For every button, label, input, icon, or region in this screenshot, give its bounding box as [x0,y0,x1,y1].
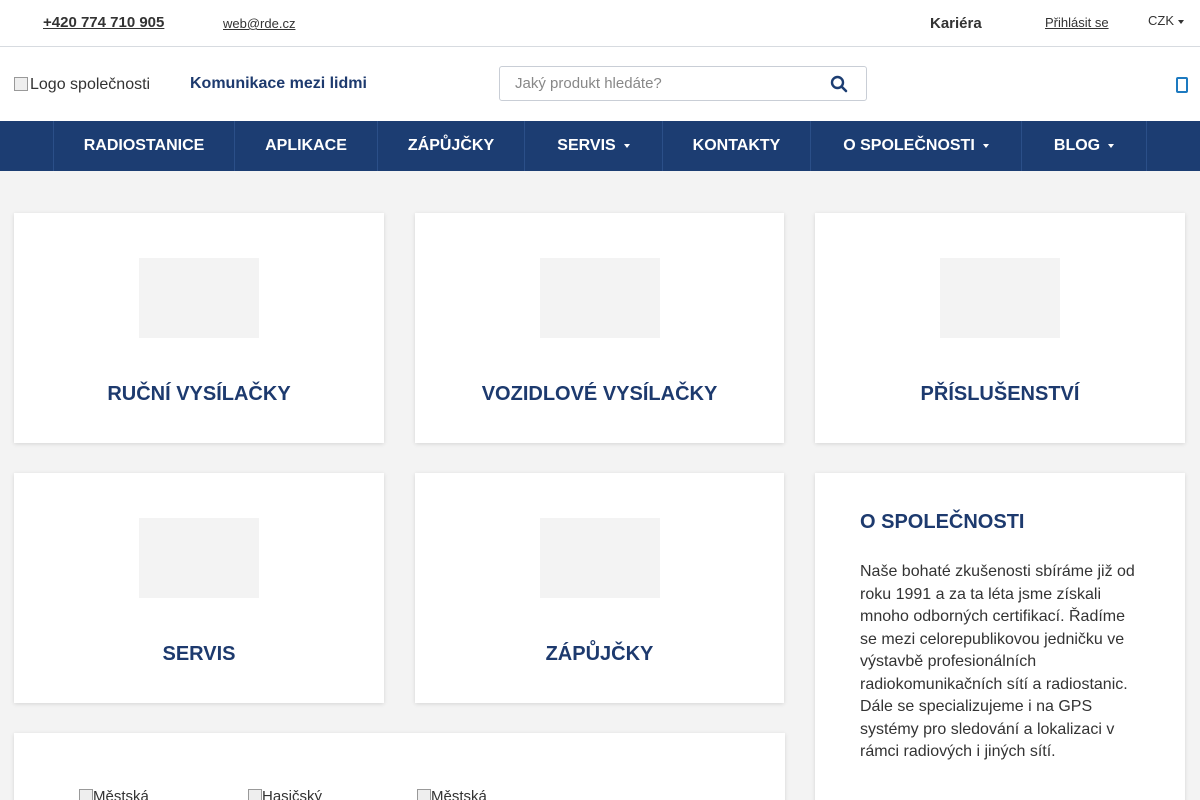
category-label: ZÁPŮJČKY [545,643,654,665]
main-nav: RADIOSTANICE APLIKACE ZÁPŮJČKY SERVIS KO… [0,121,1200,171]
nav-item-servis[interactable]: SERVIS [525,121,663,171]
nav-item-label: O SPOLEČNOSTI [843,137,975,154]
cart-icon[interactable] [1176,77,1188,93]
nav-item-blog[interactable]: BLOG [1022,121,1147,171]
nav-item-label: ZÁPŮJČKY [407,137,495,154]
logo-alt-text: Logo společnosti [30,76,151,93]
nav-item-kontakty[interactable]: KONTAKTY [663,121,811,171]
partner-alt-text: Hasičský [262,788,323,800]
nav-list: RADIOSTANICE APLIKACE ZÁPŮJČKY SERVIS KO… [53,121,1147,171]
about-text: Naše bohaté zkušenosti sbíráme již od ro… [860,563,1135,760]
category-card-servis[interactable]: SERVIS [14,473,384,703]
nav-item-aplikace[interactable]: APLIKACE [235,121,378,171]
category-label: SERVIS [162,643,236,665]
caret-down-icon [982,144,989,148]
partner-logo[interactable]: Městská [79,788,149,800]
nav-item-zapujcky[interactable]: ZÁPŮJČKY [378,121,525,171]
email-link[interactable]: web@rde.cz [223,16,295,31]
search-input[interactable] [500,67,820,100]
top-bar: +420 774 710 905 web@rde.cz Kariéra Přih… [0,0,1200,47]
search-icon[interactable] [830,75,848,93]
category-image [539,258,660,338]
currency-label: CZK [1148,13,1174,28]
header: Logo společnosti Komunikace mezi lidmi [0,47,1200,121]
login-link[interactable]: Přihlásit se [1045,15,1109,30]
broken-image-icon [14,77,28,91]
category-card-prislusenstvi[interactable]: PŘÍSLUŠENSTVÍ [815,213,1185,443]
broken-image-icon [417,789,431,800]
currency-selector[interactable]: CZK [1148,13,1184,28]
nav-item-label: BLOG [1053,137,1101,154]
category-card-zapujcky[interactable]: ZÁPŮJČKY [415,473,784,703]
category-image [940,258,1060,338]
category-label: VOZIDLOVÉ VYSÍLAČKY [481,383,718,405]
partner-logo[interactable]: Městská [417,788,487,800]
category-image [539,518,660,598]
nav-item-label: SERVIS [557,137,616,154]
nav-item-o-spolecnosti[interactable]: O SPOLEČNOSTI [811,121,1022,171]
phone-link[interactable]: +420 774 710 905 [43,14,164,31]
nav-item-radiostanice[interactable]: RADIOSTANICE [54,121,235,171]
category-image [139,518,259,598]
partner-logo[interactable]: Hasičský [248,788,322,800]
company-logo[interactable]: Logo společnosti [14,76,150,94]
tagline: Komunikace mezi lidmi [190,75,367,92]
caret-down-icon [1178,19,1184,24]
partners-card: Městská Hasičský Městská [14,733,785,800]
nav-item-label: APLIKACE [265,137,347,154]
caret-down-icon [1108,144,1115,148]
category-label: RUČNÍ VYSÍLAČKY [107,383,291,405]
partner-alt-text: Městská [93,788,149,800]
about-title: O SPOLEČNOSTI [860,511,1025,533]
category-label: PŘÍSLUŠENSTVÍ [920,383,1080,405]
broken-image-icon [79,789,93,800]
partner-alt-text: Městská [431,788,487,800]
category-card-rucni-vysilacky[interactable]: RUČNÍ VYSÍLAČKY [14,213,384,443]
caret-down-icon [623,144,630,148]
nav-item-label: RADIOSTANICE [83,137,205,154]
broken-image-icon [248,789,262,800]
category-card-vozidlove-vysilacky[interactable]: VOZIDLOVÉ VYSÍLAČKY [415,213,784,443]
about-card: O SPOLEČNOSTI Naše bohaté zkušenosti sbí… [815,473,1185,800]
search-box [499,66,867,101]
category-image [139,258,259,338]
career-link[interactable]: Kariéra [930,15,982,32]
nav-item-label: KONTAKTY [692,137,781,154]
